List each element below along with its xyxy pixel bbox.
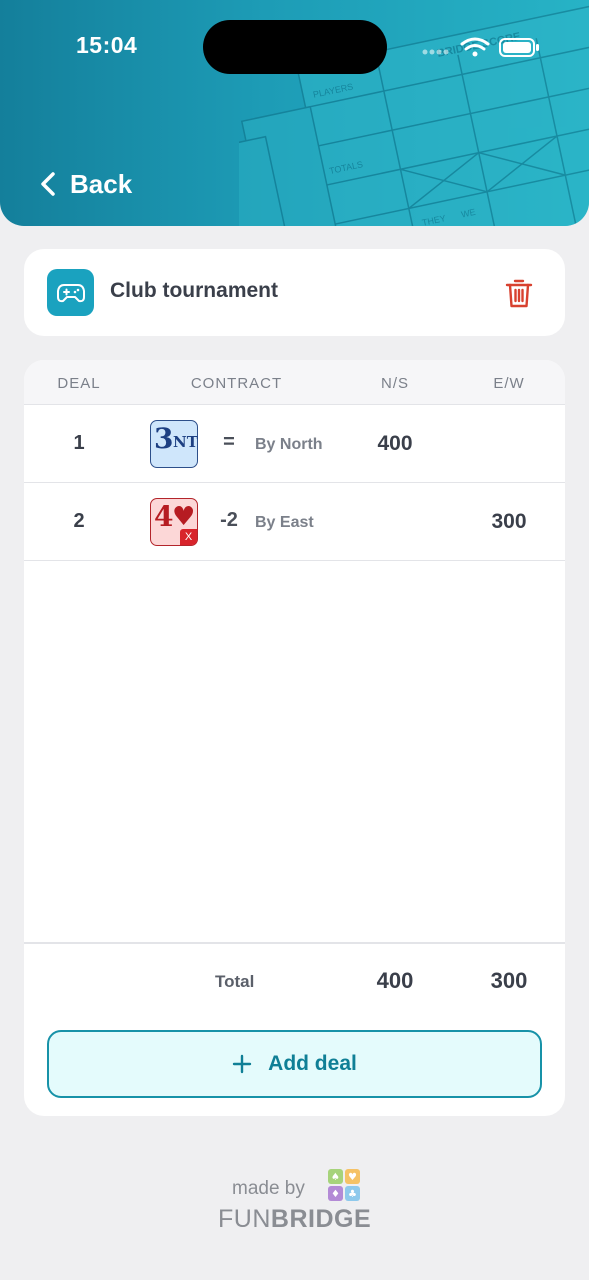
trash-icon[interactable]: [504, 277, 534, 309]
heart-suit-icon: ♥: [172, 502, 196, 532]
game-title-card: Club tournament: [24, 249, 565, 336]
svg-text:♠: ♠: [331, 1172, 340, 1183]
table-header: DEAL CONTRACT N/S E/W: [24, 360, 565, 405]
made-by-label: made by: [232, 1178, 305, 1199]
contract-level: 3: [154, 422, 174, 455]
deal-row[interactable]: 1 3 NT = By North 400: [24, 405, 565, 483]
game-title: Club tournament: [110, 279, 278, 302]
contract-result: -2: [220, 509, 238, 531]
deal-number: 1: [73, 432, 85, 454]
deal-row[interactable]: 2 4 ♥ X -2 By East 300: [24, 483, 565, 561]
wifi-icon: [460, 37, 490, 57]
declarer: By East: [255, 514, 314, 531]
gamepad-icon: [47, 269, 94, 316]
svg-text:♦: ♦: [331, 1189, 340, 1200]
back-button[interactable]: Back: [40, 164, 132, 204]
no-trump-label: NT: [173, 433, 198, 451]
scores-table: DEAL CONTRACT N/S E/W 1 3 NT = By North …: [24, 360, 565, 1116]
status-icons: [422, 37, 539, 57]
total-label: Total: [215, 972, 255, 991]
funbridge-logo-icon: ♠ ♥ ♦ ♣: [328, 1169, 360, 1201]
brand-bold: BRIDGE: [270, 1205, 372, 1233]
declarer: By North: [255, 436, 323, 453]
add-deal-label: Add deal: [268, 1052, 357, 1075]
ew-total: 300: [490, 968, 528, 993]
deal-number: 2: [73, 510, 85, 532]
status-time: 15:04: [76, 32, 138, 58]
ew-score: 300: [491, 510, 527, 533]
plus-icon: [232, 1054, 252, 1074]
header: BRIDGE SCORE PLAYERS TOTALS THEY WE 15:0…: [0, 0, 589, 226]
dynamic-island: [203, 20, 387, 74]
contract-badge: 3 NT: [150, 420, 198, 468]
funbridge-wordmark: FUNBRIDGE: [218, 1205, 371, 1234]
add-deal-button[interactable]: Add deal: [47, 1030, 542, 1098]
column-header-ew: E/W: [493, 375, 525, 392]
battery-icon: [499, 38, 539, 57]
contract-level: 4: [154, 500, 174, 533]
doubled-marker: X: [180, 529, 197, 545]
column-header-ns: N/S: [380, 375, 409, 392]
column-header-contract: CONTRACT: [190, 375, 283, 392]
svg-text:♣: ♣: [348, 1189, 357, 1200]
contract-badge: 4 ♥ X: [150, 498, 198, 546]
ns-score: 400: [377, 432, 413, 455]
back-label: Back: [70, 168, 133, 199]
cellular-signal-icon: [422, 49, 449, 55]
chevron-left-icon: [41, 172, 55, 196]
brand-light: FUN: [218, 1205, 271, 1233]
column-header-deal: DEAL: [57, 375, 101, 392]
ns-total: 400: [376, 968, 414, 993]
svg-text:♥: ♥: [348, 1172, 357, 1183]
totals-row: Total 400 300: [24, 942, 565, 1012]
contract-result: =: [223, 431, 235, 453]
